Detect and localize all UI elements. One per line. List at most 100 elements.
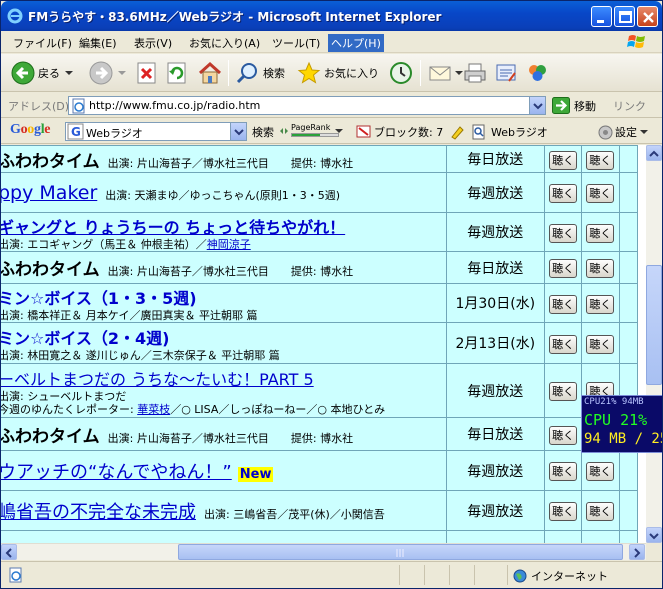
program-schedule: 1月30日(水) — [445, 283, 546, 323]
history-button[interactable] — [389, 59, 413, 87]
program-title-link[interactable]: ーベルトまつだの うちな～たいむ！PART 5 — [1, 370, 314, 389]
back-label: 戻る — [38, 67, 60, 80]
address-input[interactable]: http://www.fmu.co.jp/radio.htm — [68, 96, 546, 115]
listen-button[interactable]: 聴く — [549, 223, 578, 243]
cpu-monitor-widget[interactable]: CPU21% 94MB CPU 21% 94 MB / 25 — [581, 395, 662, 453]
highlight-button[interactable] — [449, 124, 465, 140]
listen-cell — [581, 530, 620, 543]
pagerank-bar — [291, 133, 339, 137]
status-segment — [399, 565, 400, 585]
dropdown-arrow-icon — [118, 71, 126, 75]
webradio-button[interactable]: Webラジオ — [471, 124, 548, 140]
close-button[interactable] — [637, 6, 658, 27]
minimize-button[interactable] — [591, 6, 612, 27]
program-title-link[interactable]: ウアッチの“なんでやねん！” — [1, 462, 232, 483]
listen-button[interactable]: 聴く — [586, 150, 615, 170]
address-dropdown-button[interactable] — [529, 97, 545, 114]
reporter-label: 今週のゆんたくレポーター: — [1, 402, 138, 416]
program-title-link[interactable]: ギャングと りょうちーの ちょっと待ちやがれ！ — [1, 218, 345, 237]
listen-button[interactable]: 聴く — [586, 294, 615, 314]
menu-help[interactable]: ヘルプ(H) — [328, 34, 384, 52]
horizontal-scroll-thumb[interactable] — [178, 544, 623, 560]
listen-button[interactable]: 聴く — [586, 462, 615, 481]
program-title-cell: ミン☆ボイス（1・3・5週) 出演: 橋本祥正＆ 月本ケイ／廣田真実＆ 平辻朝耶… — [1, 283, 447, 323]
row-edge — [618, 322, 639, 364]
listen-cell: 聴く — [544, 363, 583, 418]
print-button[interactable] — [463, 59, 487, 87]
listen-button[interactable]: 聴く — [549, 259, 578, 278]
links-label[interactable]: リンク — [613, 98, 646, 114]
history-icon — [390, 62, 412, 84]
popup-blocker[interactable]: ブロック数: 7 — [356, 124, 443, 140]
search-button[interactable]: 検索 — [236, 59, 285, 87]
back-button[interactable]: 戻る — [11, 59, 74, 87]
mail-button[interactable] — [428, 59, 464, 87]
listen-button[interactable]: 聴く — [549, 294, 578, 314]
chevron-down-icon — [234, 129, 244, 136]
pagerank-widget[interactable]: PageRank — [279, 123, 344, 137]
scroll-up-button[interactable] — [646, 145, 662, 161]
listen-button[interactable]: 聴く — [549, 462, 578, 481]
scroll-right-button[interactable] — [629, 544, 645, 560]
edit-page-icon — [496, 64, 516, 82]
horizontal-scrollbar[interactable] — [1, 543, 646, 560]
listen-button[interactable]: 聴く — [586, 184, 615, 203]
program-title-cell: ppy Maker 出演: 天瀬まゆ／ゆっこちゃん(原則1・3・5週) — [1, 172, 447, 213]
listen-cell: 聴く — [544, 212, 583, 252]
listen-cell: 聴く — [544, 145, 583, 173]
menu-tools[interactable]: ツール(T) — [269, 34, 323, 52]
maximize-button[interactable] — [614, 6, 635, 27]
program-title: ふわわタイム — [1, 260, 100, 280]
status-bar: インターネット — [1, 561, 662, 588]
google-search-input[interactable]: G Webラジオ — [65, 122, 247, 141]
title-bar: FMうらやす・83.6MHz／Webラジオ - Microsoft Intern… — [1, 1, 662, 31]
listen-button[interactable]: 聴く — [549, 184, 578, 203]
messenger-button[interactable] — [525, 59, 551, 87]
go-button[interactable]: 移動 — [552, 97, 596, 114]
stop-button[interactable] — [136, 59, 158, 87]
program-title[interactable]: ミン☆ボイス（1・3・5週) — [1, 289, 197, 308]
listen-button[interactable]: 聴く — [549, 334, 578, 354]
menu-favorites[interactable]: お気に入り(A) — [186, 34, 263, 52]
edit-button[interactable] — [494, 59, 518, 87]
program-title-link[interactable]: ppy Maker — [1, 182, 97, 204]
vertical-scroll-thumb[interactable] — [646, 265, 662, 385]
security-zone: インターネット — [513, 568, 608, 584]
listen-button[interactable]: 聴く — [586, 259, 615, 278]
listen-cell: 聴く — [544, 450, 583, 491]
program-title-link[interactable]: 嶋省吾の不完全な未完成 — [1, 502, 196, 523]
listen-button[interactable]: 聴く — [586, 502, 615, 521]
google-logo[interactable]: Google — [10, 122, 51, 138]
google-search-button[interactable]: 検索 — [252, 124, 274, 140]
chevron-left-icon — [5, 548, 12, 558]
listen-button[interactable]: 聴く — [586, 223, 615, 243]
scroll-left-button[interactable] — [1, 544, 17, 560]
menu-view[interactable]: 表示(V) — [131, 34, 175, 52]
cpu-usage: CPU 21% — [584, 411, 648, 429]
address-url: http://www.fmu.co.jp/radio.htm — [89, 99, 261, 112]
forward-button[interactable] — [89, 59, 127, 87]
refresh-button[interactable] — [166, 59, 188, 87]
listen-button[interactable]: 聴く — [549, 425, 578, 445]
menu-file[interactable]: ファイル(F) — [10, 34, 75, 52]
new-badge: New — [237, 466, 274, 482]
home-button[interactable] — [197, 59, 223, 87]
listen-cell: 聴く — [581, 283, 620, 323]
toolbar-separator — [420, 60, 421, 86]
google-dropdown-button[interactable] — [230, 123, 246, 140]
favorites-button[interactable]: お気に入り — [297, 59, 379, 87]
forward-arrow-icon — [89, 61, 113, 85]
scroll-down-button[interactable] — [646, 527, 662, 543]
reporter-link[interactable]: 華菜枝 — [137, 403, 170, 416]
vertical-scrollbar[interactable] — [646, 145, 662, 543]
program-row: ppy Maker 出演: 天瀬まゆ／ゆっこちゃん(原則1・3・5週) 毎週放送 … — [1, 172, 639, 213]
cast-link[interactable]: 神岡涼子 — [207, 238, 251, 251]
listen-button[interactable]: 聴く — [549, 502, 578, 521]
program-title-cell: 嶋省吾の不完全な未完成 出演: 三嶋省吾／茂平(休)／小関信吾 — [1, 490, 447, 531]
menu-edit[interactable]: 編集(E) — [76, 34, 120, 52]
listen-button[interactable]: 聴く — [549, 150, 578, 170]
listen-button[interactable]: 聴く — [586, 334, 615, 354]
listen-button[interactable]: 聴く — [549, 382, 578, 401]
program-title[interactable]: ミン☆ボイス（2・4週) — [1, 329, 169, 348]
settings-button[interactable]: 設定 — [598, 124, 649, 140]
